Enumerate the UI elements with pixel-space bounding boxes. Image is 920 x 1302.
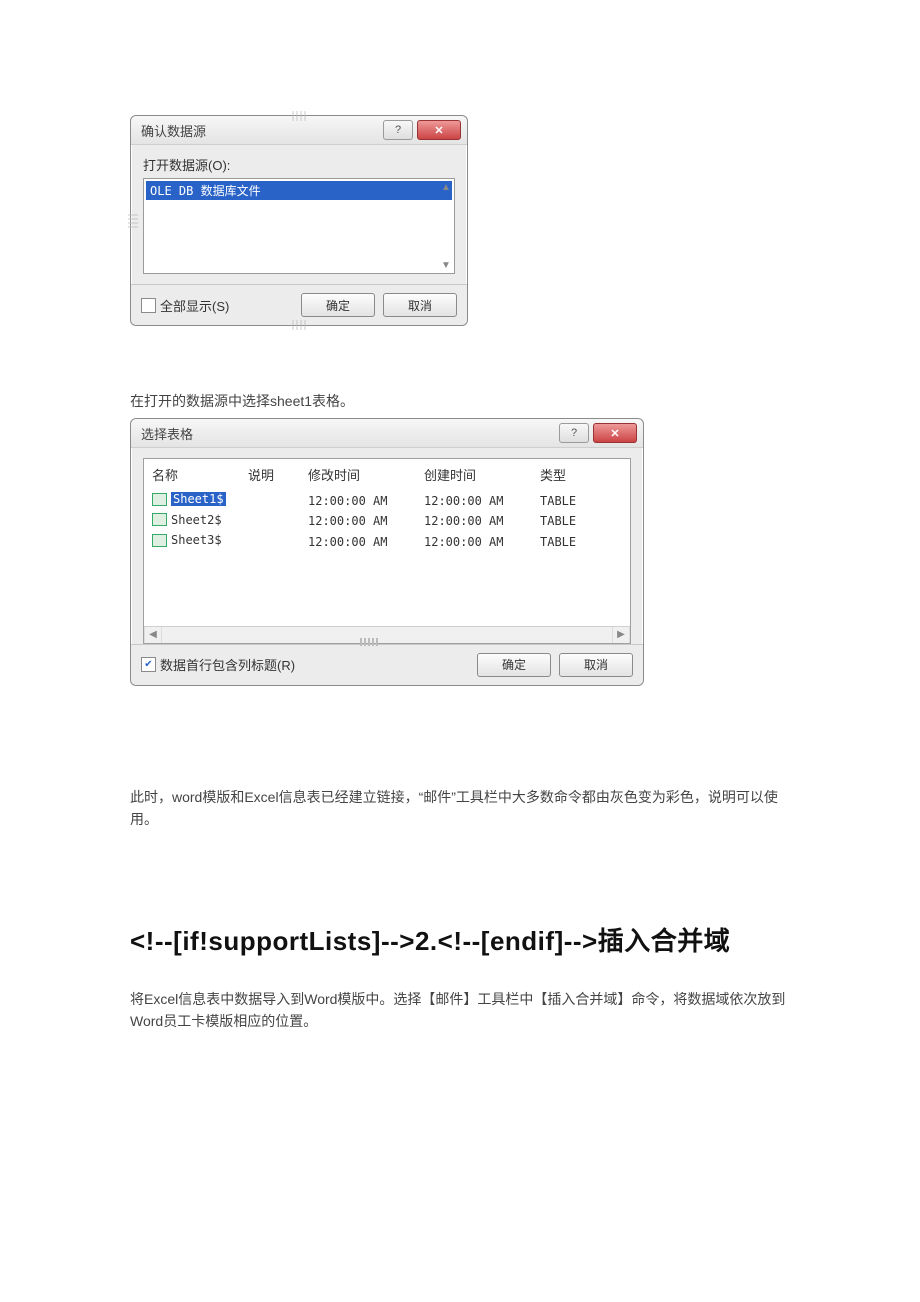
table-row[interactable]: Sheet2$ 12:00:00 AM 12:00:00 AM TABLE <box>144 511 630 532</box>
col-modified[interactable]: 修改时间 <box>300 459 416 490</box>
paragraph-3: 将Excel信息表中数据导入到Word模版中。选择【邮件】工具栏中【插入合并域】… <box>130 988 790 1033</box>
select-table-dialog: 选择表格 ? ✕ 名称 说明 修改时间 创建时间 类型 <box>130 418 644 686</box>
scroll-thumb[interactable] <box>360 638 378 646</box>
first-row-header-checkbox[interactable]: ✔ 数据首行包含列标题(R) <box>141 655 295 674</box>
close-button[interactable]: ✕ <box>593 423 637 443</box>
section-heading: <!--[if!supportLists]-->2.<!--[endif]-->… <box>130 921 790 958</box>
horizontal-scrollbar[interactable]: ◀ ▶ <box>144 626 630 643</box>
scroll-right-icon[interactable]: ▶ <box>612 627 630 643</box>
cell-type: TABLE <box>532 531 630 552</box>
paragraph-1: 在打开的数据源中选择sheet1表格。 <box>130 390 790 412</box>
sheet-name: Sheet3$ <box>171 533 222 547</box>
checkbox-icon: ✔ <box>141 657 156 672</box>
resize-grip-top[interactable] <box>292 111 306 121</box>
resize-grip-left[interactable] <box>128 214 138 228</box>
sheet-table[interactable]: 名称 说明 修改时间 创建时间 类型 Sheet1$ 12:00:00 AM <box>143 458 631 644</box>
data-source-selected-item[interactable]: OLE DB 数据库文件 <box>146 181 452 200</box>
table-row[interactable]: Sheet1$ 12:00:00 AM 12:00:00 AM TABLE <box>144 490 630 511</box>
checkbox-icon <box>141 298 156 313</box>
resize-grip-bottom[interactable] <box>292 320 306 330</box>
table-header-row: 名称 说明 修改时间 创建时间 类型 <box>144 459 630 490</box>
help-button[interactable]: ? <box>559 423 589 443</box>
dialog2-titlebar[interactable]: 选择表格 ? ✕ <box>131 419 643 448</box>
col-desc[interactable]: 说明 <box>240 459 300 490</box>
close-button[interactable]: ✕ <box>417 120 461 140</box>
ok-button[interactable]: 确定 <box>301 293 375 317</box>
dialog1-title: 确认数据源 <box>141 121 206 140</box>
cell-created: 12:00:00 AM <box>416 511 532 532</box>
cell-desc <box>240 511 300 532</box>
cell-desc <box>240 490 300 511</box>
col-name[interactable]: 名称 <box>144 459 240 490</box>
first-row-header-label: 数据首行包含列标题(R) <box>160 655 295 674</box>
cell-type: TABLE <box>532 511 630 532</box>
ok-button[interactable]: 确定 <box>477 653 551 677</box>
sheet-icon <box>152 493 167 506</box>
cell-modified: 12:00:00 AM <box>300 511 416 532</box>
dialog2-title: 选择表格 <box>141 424 193 443</box>
paragraph-2: 此时，word模版和Excel信息表已经建立链接，“邮件”工具栏中大多数命令都由… <box>130 786 790 831</box>
confirm-data-source-dialog: 确认数据源 ? ✕ 打开数据源(O): OLE DB 数据库文件 ▲ ▼ 全部显… <box>130 115 468 326</box>
scroll-left-icon[interactable]: ◀ <box>144 627 162 643</box>
sheet-icon <box>152 534 167 547</box>
cancel-button[interactable]: 取消 <box>559 653 633 677</box>
cancel-button[interactable]: 取消 <box>383 293 457 317</box>
open-data-source-label: 打开数据源(O): <box>143 155 455 174</box>
cell-type: TABLE <box>532 490 630 511</box>
cell-modified: 12:00:00 AM <box>300 490 416 511</box>
data-source-listbox[interactable]: OLE DB 数据库文件 ▲ ▼ <box>143 178 455 274</box>
cell-desc <box>240 531 300 552</box>
sheet-icon <box>152 513 167 526</box>
cell-created: 12:00:00 AM <box>416 490 532 511</box>
scroll-down-icon[interactable]: ▼ <box>438 257 454 273</box>
cell-modified: 12:00:00 AM <box>300 531 416 552</box>
scroll-up-icon[interactable]: ▲ <box>438 179 454 195</box>
cell-created: 12:00:00 AM <box>416 531 532 552</box>
help-button[interactable]: ? <box>383 120 413 140</box>
col-created[interactable]: 创建时间 <box>416 459 532 490</box>
sheet-name: Sheet1$ <box>171 492 226 506</box>
table-row[interactable]: Sheet3$ 12:00:00 AM 12:00:00 AM TABLE <box>144 531 630 552</box>
show-all-label: 全部显示(S) <box>160 296 229 315</box>
sheet-name: Sheet2$ <box>171 513 222 527</box>
col-type[interactable]: 类型 <box>532 459 630 490</box>
show-all-checkbox[interactable]: 全部显示(S) <box>141 296 229 315</box>
